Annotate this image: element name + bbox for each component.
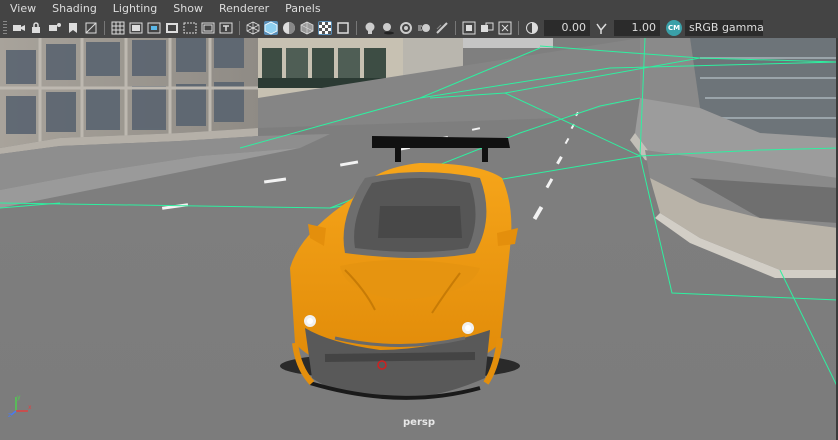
- color-management-toggle[interactable]: CM: [666, 20, 682, 36]
- menu-renderer[interactable]: Renderer: [211, 0, 277, 18]
- axis-y-label: y: [17, 394, 21, 401]
- toolbar-separator: [239, 21, 240, 35]
- motion-blur-icon[interactable]: [417, 21, 431, 35]
- camera-attributes-icon[interactable]: [48, 21, 62, 35]
- grid-icon[interactable]: [111, 21, 125, 35]
- scene-render: [0, 38, 838, 440]
- exposure-field[interactable]: 0.00: [544, 20, 590, 36]
- menu-show[interactable]: Show: [165, 0, 211, 18]
- xray-icon[interactable]: [336, 21, 350, 35]
- camera-name-label: persp: [403, 417, 435, 428]
- smooth-shade-icon[interactable]: [264, 21, 278, 35]
- gamma-icon[interactable]: [595, 21, 609, 35]
- perspective-viewport[interactable]: y x z persp: [0, 38, 838, 440]
- menu-panels[interactable]: Panels: [277, 0, 328, 18]
- wireframe-icon[interactable]: [246, 21, 260, 35]
- lock-camera-icon[interactable]: [30, 21, 44, 35]
- menu-view[interactable]: View: [0, 0, 44, 18]
- xray-active-icon[interactable]: [498, 21, 512, 35]
- view-transform-dropdown[interactable]: sRGB gamma: [685, 20, 763, 36]
- wireframe-on-shaded-icon[interactable]: [300, 21, 314, 35]
- toolbar-separator: [104, 21, 105, 35]
- toolbar-separator: [455, 21, 456, 35]
- gamma-field[interactable]: 1.00: [614, 20, 660, 36]
- exposure-icon[interactable]: [525, 21, 539, 35]
- menu-shading[interactable]: Shading: [44, 0, 105, 18]
- isolate-select-icon[interactable]: [462, 21, 476, 35]
- field-chart-icon[interactable]: [183, 21, 197, 35]
- panel-menu-bar: View Shading Lighting Show Renderer Pane…: [0, 0, 838, 18]
- xray-joints-icon[interactable]: [480, 21, 494, 35]
- toolbar-separator: [356, 21, 357, 35]
- safe-action-icon[interactable]: [201, 21, 215, 35]
- use-all-lights-icon[interactable]: [363, 21, 377, 35]
- film-gate-icon[interactable]: [129, 21, 143, 35]
- ambient-occlusion-icon[interactable]: [399, 21, 413, 35]
- gate-mask-icon[interactable]: [165, 21, 179, 35]
- textured-icon[interactable]: [318, 21, 332, 35]
- anti-aliasing-icon[interactable]: [435, 21, 449, 35]
- resolution-gate-icon[interactable]: [147, 21, 161, 35]
- maya-viewport-panel: View Shading Lighting Show Renderer Pane…: [0, 0, 838, 440]
- default-material-icon[interactable]: [282, 21, 296, 35]
- safe-title-icon[interactable]: [219, 21, 233, 35]
- shadows-icon[interactable]: [381, 21, 395, 35]
- axis-gizmo-icon: y x z: [8, 394, 32, 419]
- bookmark-icon[interactable]: [66, 21, 80, 35]
- toolbar-grip[interactable]: [3, 21, 7, 35]
- image-plane-icon[interactable]: [84, 21, 98, 35]
- panel-toolbar: 0.00 1.00 CM sRGB gamma: [0, 18, 838, 38]
- toolbar-separator: [518, 21, 519, 35]
- camera-select-icon[interactable]: [12, 21, 26, 35]
- menu-lighting[interactable]: Lighting: [105, 0, 165, 18]
- axis-x-label: x: [28, 404, 32, 411]
